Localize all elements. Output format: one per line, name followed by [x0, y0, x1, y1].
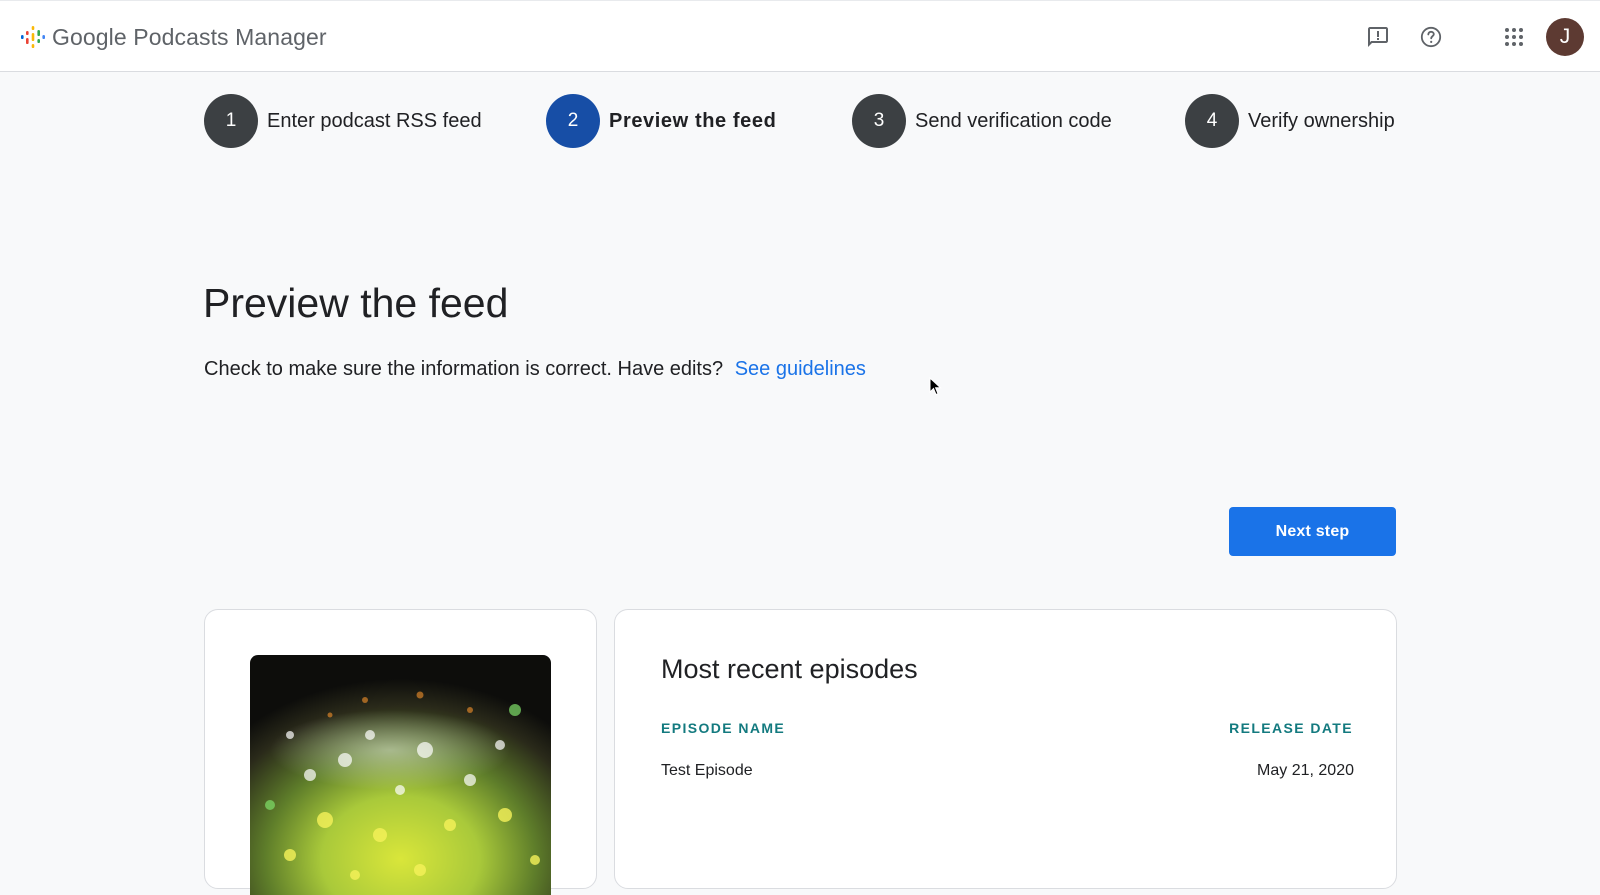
- episode-release-date: May 21, 2020: [1257, 762, 1354, 779]
- app-title: Google Podcasts Manager: [52, 23, 327, 50]
- feedback-icon: [1368, 27, 1388, 47]
- setup-stepper: 1 Enter podcast RSS feed 2 Preview the f…: [0, 94, 1600, 148]
- see-guidelines-link[interactable]: See guidelines: [735, 358, 866, 380]
- recent-episodes-card: Most recent episodes EPISODE NAME RELEAS…: [614, 609, 1397, 889]
- step-number: 1: [204, 94, 258, 148]
- podcast-artwork-card: [204, 609, 597, 895]
- podcasts-logo-icon: [21, 26, 45, 48]
- step-number: 2: [546, 94, 600, 148]
- step-enter-rss: 1 Enter podcast RSS feed: [204, 94, 482, 148]
- apps-grid-icon: [1505, 28, 1523, 46]
- page-title: Preview the feed: [203, 280, 509, 326]
- step-verify-ownership: 4 Verify ownership: [1185, 94, 1395, 148]
- episode-name: Test Episode: [661, 762, 753, 779]
- bokeh-artwork-image: [250, 655, 551, 895]
- episodes-title: Most recent episodes: [661, 654, 918, 684]
- account-avatar[interactable]: J: [1546, 18, 1584, 56]
- brand[interactable]: Google Podcasts Manager: [20, 21, 327, 53]
- step-label: Verify ownership: [1248, 109, 1395, 132]
- step-number: 4: [1185, 94, 1239, 148]
- apps-button[interactable]: [1494, 17, 1534, 57]
- description-text: Check to make sure the information is co…: [204, 358, 724, 380]
- episode-row[interactable]: Test Episode May 21, 2020: [661, 762, 1354, 788]
- step-label: Enter podcast RSS feed: [267, 109, 482, 132]
- step-number: 3: [852, 94, 906, 148]
- mouse-pointer-icon: [929, 377, 942, 396]
- feedback-button[interactable]: [1358, 17, 1398, 57]
- next-step-button[interactable]: Next step: [1229, 507, 1396, 556]
- help-icon: [1420, 26, 1442, 48]
- description: Check to make sure the information is co…: [204, 358, 866, 381]
- help-button[interactable]: [1411, 17, 1451, 57]
- step-preview-feed: 2 Preview the feed: [546, 94, 776, 148]
- step-send-code: 3 Send verification code: [852, 94, 1112, 148]
- column-header-episode-name: EPISODE NAME: [661, 720, 786, 736]
- app-header: Google Podcasts Manager J: [0, 0, 1600, 72]
- step-label: Preview the feed: [609, 109, 777, 132]
- podcast-artwork: [250, 655, 551, 895]
- column-header-release-date: RELEASE DATE: [1229, 720, 1353, 736]
- step-label: Send verification code: [915, 109, 1112, 132]
